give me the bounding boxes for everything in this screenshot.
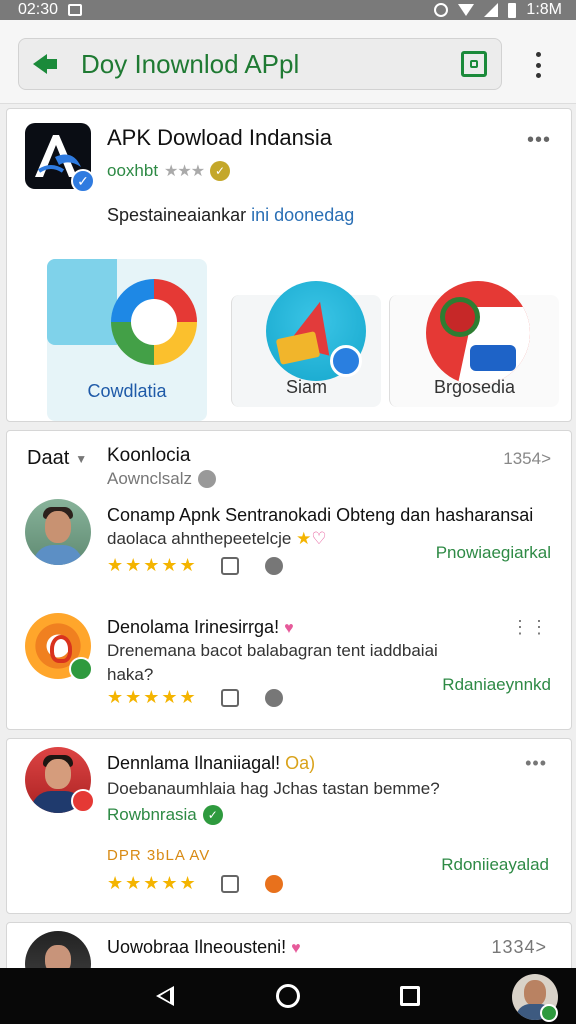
review-stars: ★★★★★ bbox=[107, 555, 198, 575]
tile-label: Siam bbox=[285, 377, 327, 397]
signal-icon bbox=[484, 3, 499, 17]
reviews-sort[interactable]: Daat ▼ bbox=[27, 447, 87, 470]
chevron-down-icon: ▼ bbox=[75, 451, 88, 466]
developer-name[interactable]: ooxhbt bbox=[107, 161, 158, 181]
rocket-app-icon bbox=[266, 281, 366, 381]
review-title: Denolama Irinesirrga! ♥ bbox=[107, 617, 294, 638]
red-app-icon bbox=[426, 281, 530, 385]
wifi-icon bbox=[458, 4, 475, 16]
review-count-link[interactable]: 1334> bbox=[491, 937, 547, 958]
review-stars: ★★★★★ bbox=[107, 873, 198, 893]
system-nav-bar bbox=[0, 968, 576, 1024]
review-stars: ★★★★★ bbox=[107, 687, 198, 707]
image-notification-icon bbox=[68, 4, 83, 16]
tile-graphic bbox=[47, 259, 117, 345]
profile-online-badge-icon bbox=[540, 1004, 558, 1022]
app-tile-brgosedia[interactable]: Brgosedia bbox=[389, 281, 559, 407]
review-item: Denolama Irinesirrga! ♥ ⋮⋮ Drenemana bac… bbox=[7, 613, 573, 723]
review-title-suffix: Oa) bbox=[285, 753, 316, 773]
app-tile-siam[interactable]: Siam bbox=[231, 281, 381, 407]
info-icon bbox=[198, 470, 217, 488]
like-icon[interactable] bbox=[221, 689, 239, 707]
review-item: Conamp Apnk Sentranokadi Obteng dan hash… bbox=[7, 499, 573, 599]
description-text: Spestaineaiankar bbox=[107, 205, 247, 225]
page-view-icon[interactable] bbox=[461, 51, 487, 77]
reviews-subtitle: Aownclsalz bbox=[107, 469, 217, 489]
review-text: daolaca ahnthepeetelcje ★♡ bbox=[107, 527, 327, 551]
review-menu-icon[interactable]: ••• bbox=[525, 753, 547, 774]
reviews-subtitle-text: Aownclsalz bbox=[107, 469, 193, 488]
google-logo-icon bbox=[111, 279, 197, 365]
online-badge-icon bbox=[69, 657, 93, 681]
review-title-text: Dennlama Ilnaniiagal! bbox=[107, 753, 281, 773]
review-link[interactable]: Pnowiaegiarkal bbox=[436, 543, 551, 563]
battery-icon bbox=[508, 2, 517, 18]
reviews-title: Koonlocia bbox=[107, 445, 191, 466]
star-emoji-icon: ★ bbox=[296, 529, 312, 548]
tile-label: Brgosedia bbox=[433, 377, 516, 397]
nav-back-icon[interactable] bbox=[156, 986, 174, 1006]
review-actions bbox=[221, 557, 283, 575]
heart-icon: ♥ bbox=[284, 620, 294, 637]
review-title: Dennlama Ilnaniiagal! Oa) bbox=[107, 753, 315, 774]
reviews-card: Daat ▼ Koonlocia Aownclsalz 1354> Conamp … bbox=[6, 430, 572, 730]
verified-text: Rowbnrasia bbox=[107, 805, 197, 824]
app-tile-cowdlatia[interactable]: Cowdlatia bbox=[47, 259, 207, 421]
review-title-text: Uowobraa Ilneousteni! bbox=[107, 937, 287, 957]
reaction-icon[interactable] bbox=[265, 875, 283, 893]
app-header-card: ✓ APK Dowload Indansia ooxhbt ★★★ ✓ ••• … bbox=[6, 108, 572, 422]
status-time: 02:30 bbox=[18, 1, 59, 18]
app-subtitle: ooxhbt ★★★ ✓ bbox=[107, 161, 231, 181]
tile-label: Cowdlatia bbox=[87, 381, 167, 401]
check-icon: ✓ bbox=[202, 805, 223, 825]
flag-icon[interactable] bbox=[265, 689, 283, 707]
review-title: Uowobraa Ilneousteni! ♥ bbox=[107, 937, 301, 958]
nav-home-icon[interactable] bbox=[276, 984, 300, 1008]
review-text: Doebanaumhlaia hag Jchas tastan bemme? bbox=[107, 779, 440, 798]
description-link[interactable]: ini doonedag bbox=[251, 205, 354, 225]
gold-badge-icon: ✓ bbox=[210, 161, 231, 181]
status-badge-icon bbox=[71, 789, 95, 813]
review-text: Drenemana bacot balabagran tent iaddbaia… bbox=[107, 641, 438, 660]
review-title: Conamp Apnk Sentranokadi Obteng dan hash… bbox=[107, 505, 534, 525]
rating-stars: ★★★ bbox=[164, 163, 205, 180]
alarm-icon bbox=[434, 3, 449, 17]
verified-badge-icon: ✓ bbox=[71, 169, 95, 193]
reviewer-avatar[interactable] bbox=[25, 499, 91, 565]
review-actions bbox=[221, 689, 283, 707]
address-bar[interactable]: Doy Inownlod APpl bbox=[18, 38, 502, 90]
back-arrow-icon[interactable] bbox=[33, 53, 59, 75]
app-bar: Doy Inownlod APpl bbox=[0, 20, 576, 104]
review-card: Dennlama Ilnaniiagal! Oa) ••• Doebanaumh… bbox=[6, 738, 572, 914]
review-menu-icon[interactable]: ⋮⋮ bbox=[511, 617, 549, 638]
sort-label: Daat bbox=[27, 447, 70, 469]
status-bar: 02:30 1:8M bbox=[0, 0, 576, 20]
heart-icon: ♡ bbox=[311, 529, 327, 548]
address-title: Doy Inownlod APpl bbox=[81, 48, 300, 79]
review-verified: Rowbnrasia ✓ bbox=[107, 805, 223, 825]
flag-icon[interactable] bbox=[265, 557, 283, 575]
more-options-icon[interactable]: ••• bbox=[527, 129, 551, 152]
app-description: Spestaineaiankar ini doonedag bbox=[107, 205, 354, 226]
reviews-count-link[interactable]: 1354> bbox=[503, 449, 551, 469]
review-code: DPR 3bLA AV bbox=[107, 847, 211, 864]
heart-icon: ♥ bbox=[291, 940, 301, 957]
review-link[interactable]: Rdaniaeynnkd bbox=[442, 675, 551, 695]
status-clock: 1:8M bbox=[526, 1, 562, 18]
review-text-body: daolaca ahnthepeetelcje bbox=[107, 529, 292, 548]
review-link[interactable]: Rdoniieayalad bbox=[441, 855, 549, 875]
review-text-line2: haka? bbox=[107, 665, 154, 684]
like-icon[interactable] bbox=[221, 557, 239, 575]
overflow-menu-icon[interactable] bbox=[534, 52, 542, 78]
app-title: APK Dowload Indansia bbox=[107, 125, 333, 150]
review-title-text: Denolama Irinesirrga! bbox=[107, 617, 280, 637]
like-icon[interactable] bbox=[221, 875, 239, 893]
nav-recents-icon[interactable] bbox=[400, 986, 420, 1006]
review-actions bbox=[221, 875, 283, 893]
